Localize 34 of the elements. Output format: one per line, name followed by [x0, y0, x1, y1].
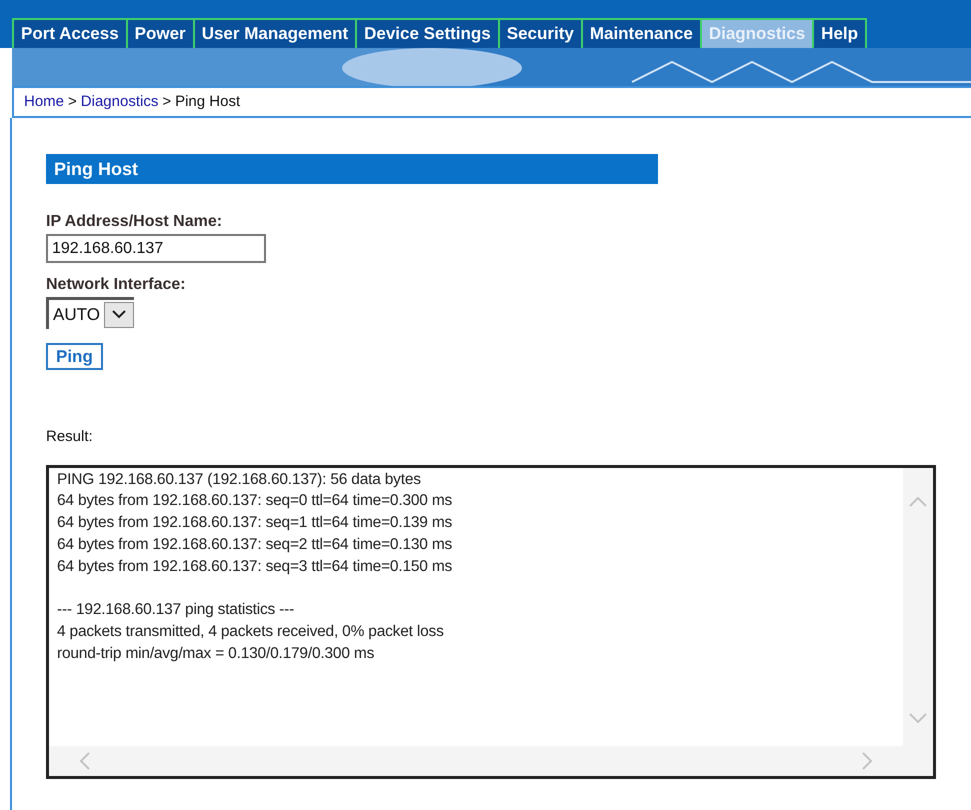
interface-dropdown[interactable]: AUTO	[46, 297, 134, 329]
field-label: IP Address/Host Name:	[46, 212, 224, 232]
nav-tab[interactable]: Security	[500, 20, 583, 48]
nav-tab[interactable]: Help	[814, 20, 868, 48]
scroll-down-icon[interactable]	[908, 712, 928, 724]
breadcrumb-link[interactable]: Home	[24, 90, 64, 114]
result-line: 64 bytes from 192.168.60.137: seq=2 ttl=64 time=0.130 ms	[57, 534, 452, 555]
scroll-left-icon[interactable]	[79, 750, 91, 770]
result-line: 4 packets transmitted, 4 packets received, 0% packet loss	[57, 622, 444, 642]
nav-tab[interactable]: Maintenance	[582, 20, 702, 48]
nav-tab[interactable]: Device Settings	[357, 20, 500, 48]
nav-tab[interactable]: Power	[128, 20, 195, 48]
scroll-right-icon[interactable]	[861, 750, 873, 770]
result-line: --- 192.168.60.137 ping statistics ---	[57, 600, 294, 620]
chevron-down-icon	[112, 310, 126, 319]
result-label: Result:	[46, 427, 94, 447]
ping-button[interactable]: Ping	[46, 343, 103, 370]
breadcrumb-current: Ping Host	[175, 92, 240, 112]
result-line: 64 bytes from 192.168.60.137: seq=1 ttl=64 time=0.139 ms	[57, 513, 452, 534]
result-line: 64 bytes from 192.168.60.137: seq=3 ttl=64 time=0.150 ms	[57, 556, 452, 577]
field-label: Network Interface:	[46, 275, 187, 295]
breadcrumb-link[interactable]: Diagnostics	[80, 90, 158, 114]
nav-tab[interactable]: Port Access	[14, 20, 128, 48]
horizontal-scrollbar[interactable]	[49, 746, 903, 776]
result-line: round-trip min/avg/max = 0.130/0.179/0.300 ms	[57, 644, 374, 664]
breadcrumb-separator: >	[68, 92, 77, 112]
breadcrumb-separator: >	[162, 92, 172, 112]
section-header: Ping Host	[46, 154, 658, 184]
result-line: 64 bytes from 192.168.60.137: seq=0 ttl=64 time=0.300 ms	[57, 491, 452, 512]
nav-tab[interactable]: User Management	[194, 20, 358, 48]
scroll-up-icon[interactable]	[908, 496, 928, 508]
host-input-field[interactable]: 192.168.60.137	[46, 234, 266, 263]
result-line: PING 192.168.60.137 (192.168.60.137): 56 data bytes	[57, 470, 421, 490]
vertical-scrollbar[interactable]	[903, 468, 933, 776]
